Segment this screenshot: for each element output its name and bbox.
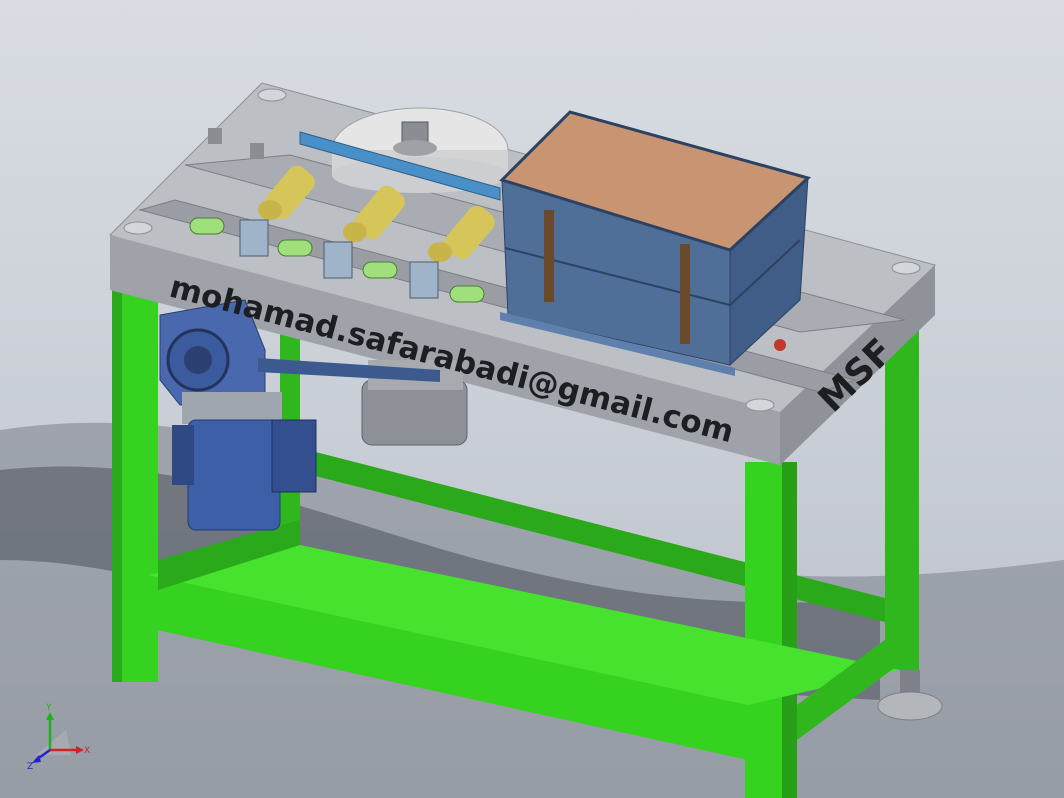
motor-body	[187, 419, 281, 531]
triad-y-label: Y	[45, 703, 52, 713]
motor-terminal-box	[271, 419, 317, 493]
graphics-viewport[interactable]: mohamad.safarabadi@gmail.com MSF Y X Z	[0, 0, 1064, 798]
triad-z-label: Z	[27, 762, 33, 770]
hopper-slot-left	[544, 210, 554, 302]
frame-front-right-leg-shade	[782, 462, 797, 798]
gearbox-hub	[184, 346, 212, 374]
machine-model[interactable]: mohamad.safarabadi@gmail.com MSF	[0, 0, 1064, 798]
hopper-slot-right	[680, 244, 690, 344]
triad-x-label: X	[84, 746, 90, 756]
motor-adapter	[182, 392, 282, 424]
frame-front-left-leg-shade	[112, 290, 122, 682]
motor-side-box	[172, 425, 194, 485]
wheel-washer	[393, 140, 437, 156]
adjust-knob[interactable]	[774, 339, 786, 351]
coordinate-triad: Y X Z	[27, 703, 90, 770]
